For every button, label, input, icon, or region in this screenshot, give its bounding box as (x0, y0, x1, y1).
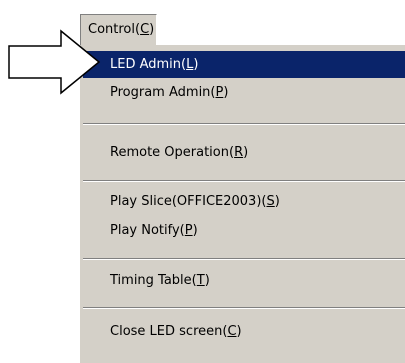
menu-item-play-notify[interactable]: Play Notify(P) (83, 217, 405, 244)
menu-separator (83, 307, 405, 309)
arrow-pointer-icon (8, 29, 101, 95)
menu-item-play-slice-text: Play Slice(OFFICE2003)( (110, 194, 267, 209)
menu-item-program-admin-suffix: ) (223, 85, 229, 100)
menu-item-program-admin-text: Program Admin( (110, 85, 216, 100)
menu-item-timing-table-text: Timing Table( (110, 273, 197, 288)
menu-item-remote-operation[interactable]: Remote Operation(R) (83, 139, 405, 166)
menu-item-led-admin[interactable]: LED Admin(L) (83, 51, 405, 78)
menu-item-remote-operation-suffix: ) (243, 145, 249, 160)
menu-control-suffix: ) (149, 22, 155, 37)
menu-item-timing-table[interactable]: Timing Table(T) (83, 267, 405, 294)
control-dropdown-menu: LED Admin(L) Program Admin(P) Remote Ope… (79, 45, 405, 363)
menu-separator (83, 180, 405, 182)
menu-item-close-led-screen-mnemonic: C (227, 324, 237, 339)
menu-item-remote-operation-mnemonic: R (234, 145, 244, 160)
menu-item-play-notify-text: Play Notify( (110, 223, 185, 238)
menu-item-remote-operation-text: Remote Operation( (110, 145, 235, 160)
menu-control-mnemonic: C (140, 22, 150, 37)
menu-item-play-notify-suffix: ) (192, 223, 198, 238)
menu-item-timing-table-suffix: ) (204, 273, 210, 288)
menu-item-play-slice-suffix: ) (274, 194, 280, 209)
menu-item-close-led-screen-text: Close LED screen( (110, 324, 228, 339)
menu-item-timing-table-mnemonic: T (196, 273, 205, 288)
menu-item-close-led-screen[interactable]: Close LED screen(C) (83, 318, 405, 345)
menu-item-play-slice[interactable]: Play Slice(OFFICE2003)(S) (83, 188, 405, 215)
menu-separator (83, 123, 405, 125)
menu-item-led-admin-text: LED Admin( (110, 57, 187, 72)
menu-item-program-admin[interactable]: Program Admin(P) (83, 79, 405, 106)
menu-item-close-led-screen-suffix: ) (236, 324, 242, 339)
menu-item-play-slice-mnemonic: S (266, 194, 275, 209)
menu-separator (83, 258, 405, 260)
menu-item-play-notify-mnemonic: P (184, 223, 193, 238)
menu-item-led-admin-suffix: ) (193, 57, 199, 72)
